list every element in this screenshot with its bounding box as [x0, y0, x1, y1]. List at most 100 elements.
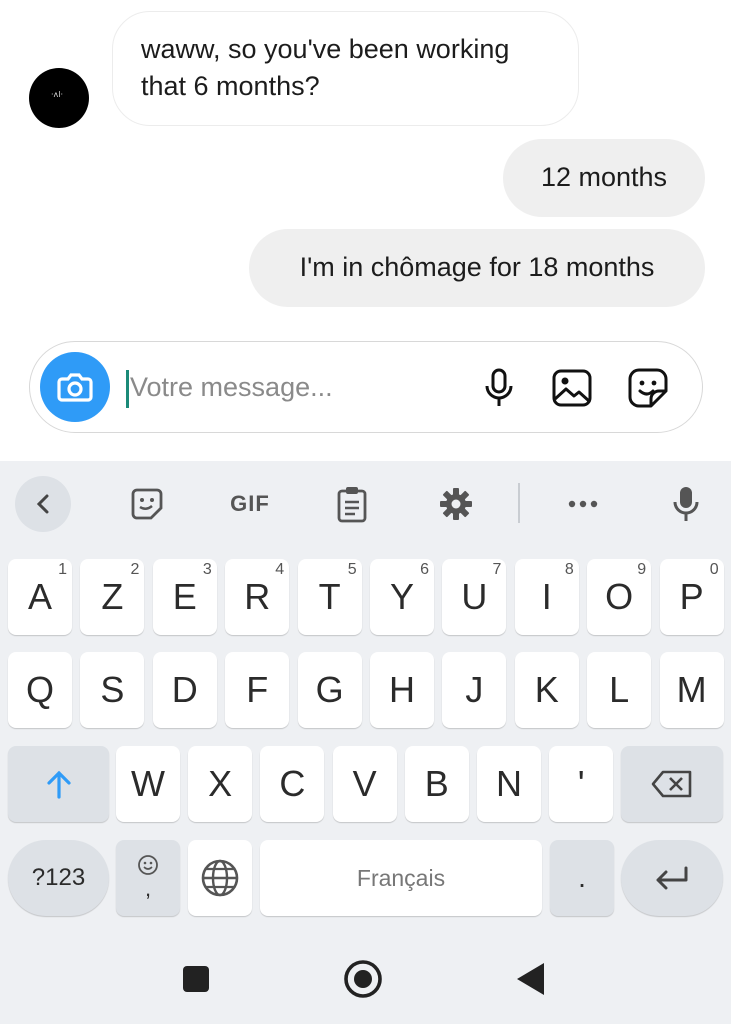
key-label: O — [605, 576, 634, 617]
key-y[interactable]: Y6 — [370, 559, 434, 635]
outgoing-message-bubble[interactable]: 12 months — [503, 139, 705, 217]
key-label: N — [496, 763, 522, 804]
key-l[interactable]: L — [587, 652, 652, 728]
key-t[interactable]: T5 — [297, 559, 362, 635]
key-u[interactable]: U7 — [442, 559, 507, 635]
outgoing-message-bubble[interactable]: I'm in chômage for 18 months — [249, 229, 705, 307]
shift-key[interactable] — [8, 746, 109, 822]
key-number-hint: 6 — [420, 561, 429, 578]
key-a[interactable]: A1 — [8, 559, 72, 635]
key-j[interactable]: J — [442, 652, 507, 728]
key-z[interactable]: Z2 — [80, 559, 145, 635]
key-label: B — [424, 763, 449, 804]
home-button[interactable] — [340, 953, 386, 1005]
key-apostrophe[interactable]: ' — [549, 746, 614, 822]
key-e[interactable]: E3 — [152, 559, 217, 635]
key-n[interactable]: N — [477, 746, 541, 822]
message-composer[interactable]: Votre message... — [29, 341, 703, 433]
enter-key[interactable] — [621, 840, 723, 916]
key-label: C — [279, 763, 306, 804]
key-o[interactable]: O9 — [587, 559, 652, 635]
key-c[interactable]: C — [260, 746, 325, 822]
key-m[interactable]: M — [659, 652, 724, 728]
key-w[interactable]: W — [116, 746, 180, 822]
key-label: P — [679, 576, 704, 617]
key-h[interactable]: H — [370, 652, 434, 728]
sticker-icon — [628, 368, 668, 408]
key-b[interactable]: B — [404, 746, 469, 822]
back-button[interactable] — [510, 953, 550, 1005]
key-i[interactable]: I8 — [514, 559, 579, 635]
toolbar-divider — [518, 483, 520, 523]
backspace-key[interactable] — [621, 746, 723, 822]
key-label: D — [171, 669, 198, 710]
key-number-hint: 2 — [130, 561, 140, 578]
contact-avatar[interactable]: ·ʌl· — [29, 68, 89, 128]
key-f[interactable]: F — [225, 652, 290, 728]
key-label: ' — [577, 763, 585, 804]
key-label: E — [172, 576, 197, 617]
key-number-hint: 3 — [202, 561, 212, 578]
key-label: F — [246, 669, 269, 710]
key-label: R — [244, 576, 271, 617]
key-v[interactable]: V — [332, 746, 397, 822]
key-label: M — [676, 669, 707, 710]
key-q[interactable]: Q — [8, 652, 72, 728]
key-label: H — [389, 669, 415, 710]
key-number-hint: 0 — [709, 561, 719, 578]
comma-emoji-key[interactable]: , — [116, 840, 180, 916]
clipboard-button[interactable] — [328, 479, 376, 529]
key-number-hint: 4 — [275, 561, 285, 578]
key-label: J — [465, 669, 484, 710]
key-label: Z — [101, 576, 124, 617]
voice-input-button[interactable] — [664, 479, 708, 529]
key-label: W — [131, 763, 165, 804]
microphone-button[interactable] — [475, 364, 523, 412]
settings-button[interactable] — [432, 479, 480, 529]
key-g[interactable]: G — [297, 652, 362, 728]
key-label: K — [534, 669, 559, 710]
key-d[interactable]: D — [152, 652, 217, 728]
space-bar[interactable]: Français — [260, 840, 542, 916]
language-key[interactable] — [188, 840, 252, 916]
key-label: U — [461, 576, 488, 617]
period-key[interactable]: . — [550, 840, 614, 916]
key-label: Y — [389, 576, 414, 617]
gallery-icon — [552, 369, 592, 407]
recent-apps-button[interactable] — [178, 953, 214, 1005]
symbols-key[interactable]: ?123 — [8, 840, 109, 916]
sticker-button[interactable] — [624, 364, 672, 412]
key-s[interactable]: S — [80, 652, 145, 728]
key-label: A — [27, 576, 52, 617]
microphone-icon — [673, 487, 699, 521]
chevron-left-icon — [36, 494, 49, 514]
keyboard-sticker-button[interactable] — [122, 479, 172, 529]
keyboard-back-button[interactable] — [15, 476, 71, 532]
more-button[interactable] — [560, 479, 606, 529]
key-number-hint: 5 — [347, 561, 357, 578]
key-r[interactable]: R4 — [225, 559, 290, 635]
emoji-icon — [138, 855, 158, 875]
chat-area: ·ʌl· waww, so you've been working that 6… — [0, 0, 731, 461]
keyboard: G I F ?123 , Français . A 1 Z 2 E 3 R 4 T … — [0, 461, 731, 1024]
key-number-hint: 7 — [492, 561, 502, 578]
shift-arrow-icon — [46, 770, 71, 799]
key-x[interactable]: X — [188, 746, 253, 822]
key-number-hint: 9 — [637, 561, 647, 578]
key-label: Q — [25, 669, 54, 710]
microphone-icon — [485, 368, 513, 406]
home-circle-icon — [344, 960, 382, 998]
key-number-hint: 8 — [564, 561, 574, 578]
message-input[interactable]: Votre message... — [130, 372, 333, 403]
incoming-message-bubble[interactable]: waww, so you've been working that 6 mont… — [112, 11, 579, 126]
key-k[interactable]: K — [514, 652, 579, 728]
key-label: I — [541, 576, 552, 617]
clipboard-icon — [337, 487, 367, 523]
key-p[interactable]: P0 — [659, 559, 724, 635]
gif-button[interactable]: GIF — [222, 479, 278, 529]
comma-label: , — [144, 876, 152, 901]
key-label: G — [315, 669, 344, 710]
gallery-button[interactable] — [548, 364, 596, 412]
text-caret — [126, 370, 129, 408]
camera-button[interactable] — [40, 352, 110, 422]
